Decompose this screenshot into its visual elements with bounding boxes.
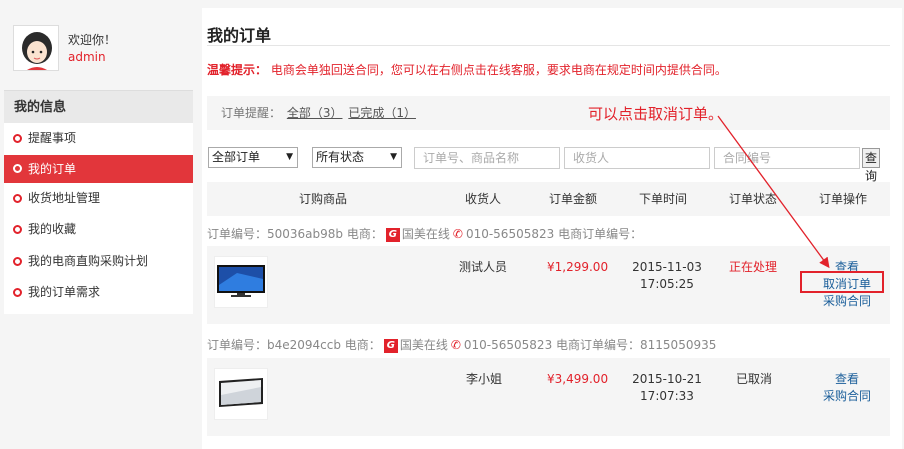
sidebar-item-label: 提醒事项 — [28, 131, 77, 145]
bullet-icon — [13, 288, 22, 297]
sidebar: 欢迎你！ admin 我的信息 提醒事项 我的订单 收货地址管理 我的收藏 我的… — [4, 8, 193, 314]
username: admin — [68, 50, 106, 64]
sidebar-item-label: 我的电商直购采购计划 — [28, 253, 149, 268]
sidebar-menu: 提醒事项 我的订单 收货地址管理 我的收藏 我的电商直购采购计划 我的订单需求 — [4, 123, 193, 314]
sidebar-heading: 我的信息 — [4, 90, 193, 123]
sidebar-item-addresses[interactable]: 收货地址管理 — [4, 183, 193, 215]
bullet-icon — [13, 163, 22, 173]
annotation-arrow-icon — [717, 115, 830, 269]
sidebar-item-order-requests[interactable]: 我的订单需求 — [4, 277, 193, 309]
sidebar-item-reminders[interactable]: 提醒事项 — [4, 123, 193, 155]
main-panel: 我的订单 温馨提示： 电商会单独回送合同，您可以在右侧点击在线客服，要求电商在规… — [202, 8, 902, 449]
sidebar-item-my-orders[interactable]: 我的订单 — [4, 154, 193, 183]
sidebar-item-label: 我的订单需求 — [28, 285, 101, 299]
bullet-icon — [13, 193, 22, 203]
bullet-icon — [13, 134, 22, 143]
sidebar-item-favorites[interactable]: 我的收藏 — [4, 214, 193, 246]
sidebar-item-purchase-plan[interactable]: 我的电商直购采购计划 — [4, 246, 193, 278]
profile-panel: 欢迎你！ admin — [4, 8, 193, 90]
sidebar-item-label: 收货地址管理 — [28, 190, 101, 205]
avatar — [13, 25, 59, 71]
avatar-icon — [14, 26, 58, 70]
welcome-text: 欢迎你！ — [68, 33, 117, 47]
page: 欢迎你！ admin 我的信息 提醒事项 我的订单 收货地址管理 我的收藏 我的… — [0, 0, 904, 449]
sidebar-item-label: 我的收藏 — [28, 222, 77, 236]
sidebar-item-label: 我的订单 — [28, 161, 77, 176]
bullet-icon — [13, 225, 22, 234]
bullet-icon — [13, 256, 22, 266]
